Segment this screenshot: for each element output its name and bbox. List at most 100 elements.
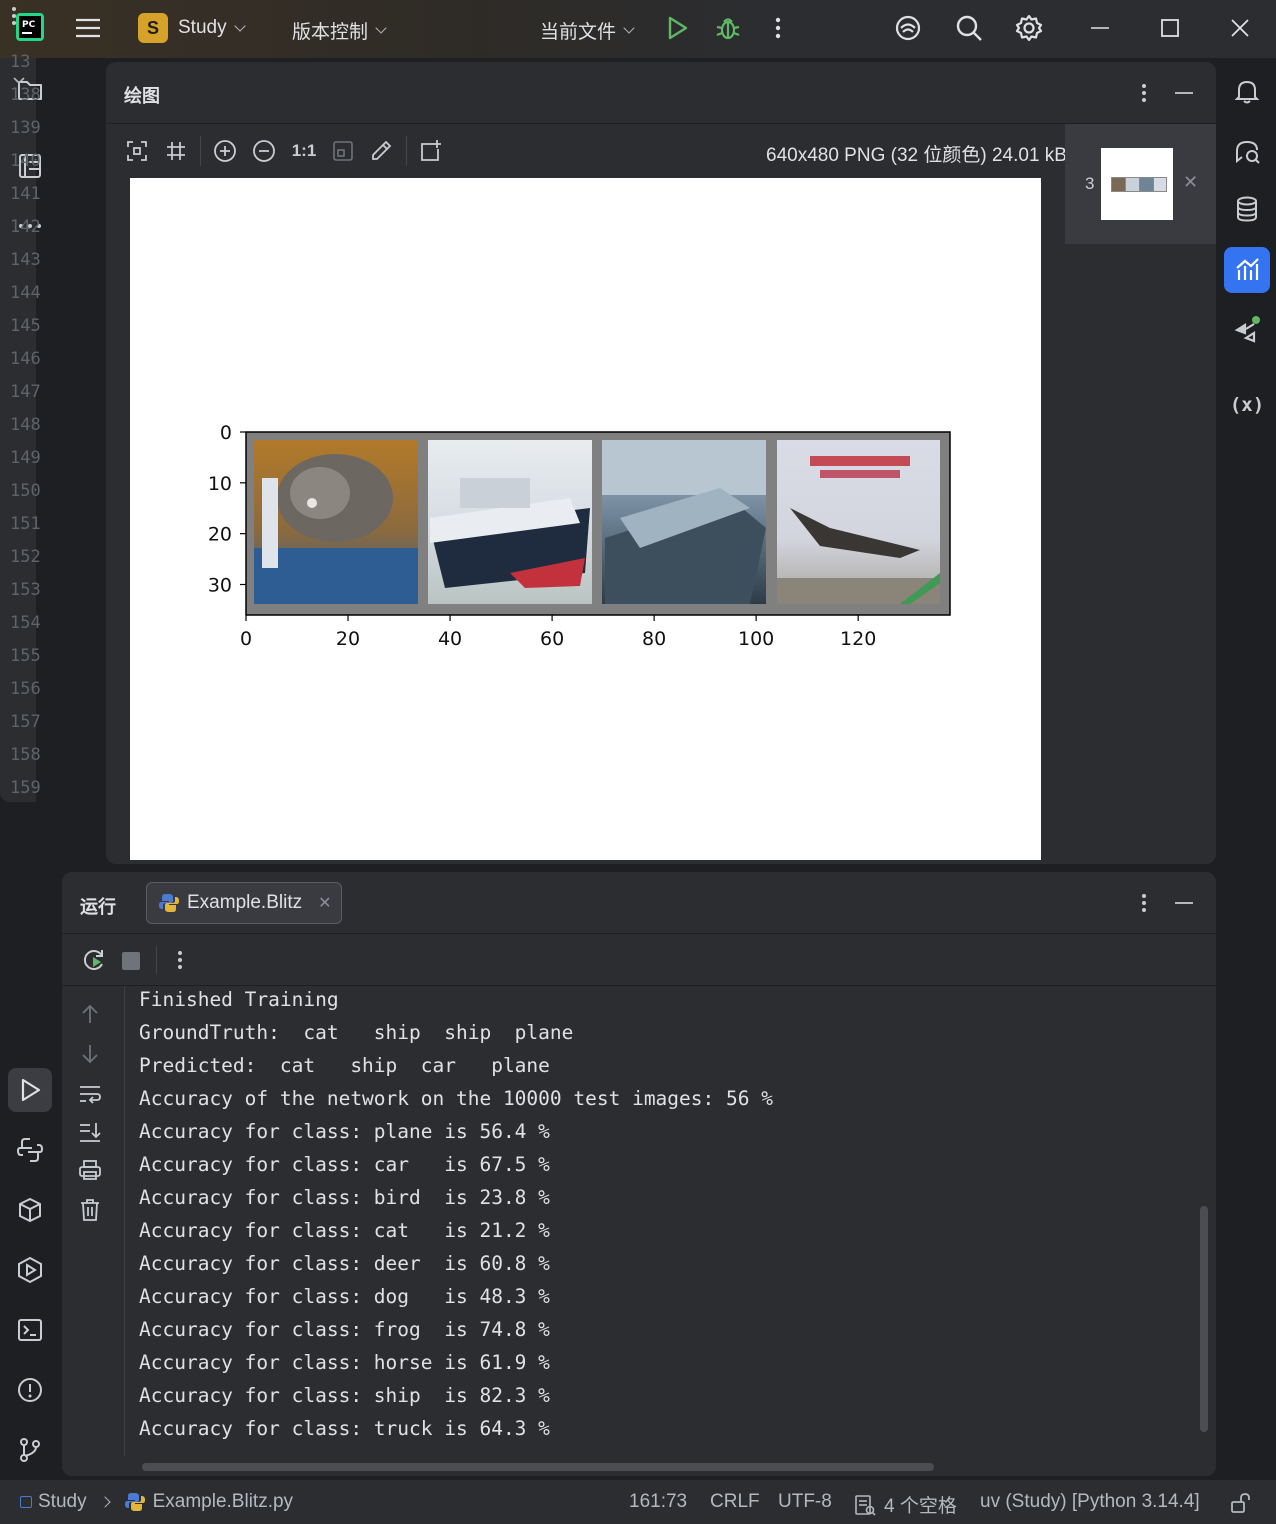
scroll-down-icon[interactable] bbox=[76, 1040, 104, 1068]
minimize-window-icon[interactable] bbox=[1088, 14, 1112, 42]
x-tick-label: 60 bbox=[540, 628, 564, 650]
line-number: 141 bbox=[10, 184, 41, 204]
y-tick-label: 30 bbox=[208, 575, 232, 597]
ai-chat-icon[interactable] bbox=[1224, 128, 1270, 174]
python-file-icon bbox=[159, 894, 179, 912]
search-icon[interactable] bbox=[955, 14, 983, 42]
plot-canvas: 0 20 40 60 80 100 120 0 10 20 30 bbox=[130, 178, 1041, 860]
debug-button[interactable] bbox=[714, 14, 742, 42]
close-thumbnail-icon[interactable]: ✕ bbox=[1183, 172, 1198, 193]
run-tool-icon[interactable] bbox=[8, 1068, 52, 1112]
settings-gear-icon[interactable] bbox=[1015, 14, 1043, 42]
options-icon[interactable] bbox=[1136, 890, 1152, 921]
image-grid bbox=[245, 431, 951, 616]
actual-size-button[interactable]: 1:1 bbox=[290, 138, 318, 164]
svg-text:PC: PC bbox=[22, 20, 36, 30]
run-config-selector[interactable]: 当前文件 bbox=[540, 17, 635, 44]
horizontal-scrollbar[interactable] bbox=[142, 1463, 934, 1471]
line-separator[interactable]: CRLF bbox=[710, 1491, 760, 1513]
run-toolbar bbox=[62, 934, 1216, 986]
line-number: 143 bbox=[10, 250, 41, 270]
line-number: 158 bbox=[10, 745, 41, 765]
line-number: 146 bbox=[10, 349, 41, 369]
python-packages-icon[interactable] bbox=[10, 1190, 50, 1230]
more-icon[interactable] bbox=[6, 4, 22, 33]
line-number: 139 bbox=[10, 118, 41, 138]
options-icon[interactable] bbox=[1136, 80, 1152, 111]
plots-header: 绘图 bbox=[106, 62, 1216, 124]
hide-panel-icon[interactable] bbox=[1172, 890, 1196, 921]
open-in-editor-icon[interactable] bbox=[418, 138, 444, 164]
close-tab-icon[interactable]: ✕ bbox=[318, 893, 331, 913]
more-actions-icon[interactable] bbox=[172, 947, 188, 978]
chevron-down-icon bbox=[623, 22, 635, 34]
services-icon[interactable] bbox=[10, 1250, 50, 1290]
project-selector[interactable]: S Study bbox=[138, 13, 246, 43]
console-line: Finished Training bbox=[139, 988, 339, 1011]
line-number: 138 bbox=[10, 85, 41, 105]
chevron-down-icon bbox=[375, 22, 387, 34]
run-tab-label: Example.Blitz bbox=[187, 892, 303, 913]
breadcrumb-file[interactable]: Example.Blitz.py bbox=[153, 1491, 293, 1513]
terminal-icon[interactable] bbox=[10, 1310, 50, 1350]
run-config-label: 当前文件 bbox=[540, 22, 617, 43]
lock-icon[interactable] bbox=[1230, 1492, 1252, 1520]
soft-wrap-icon[interactable] bbox=[76, 1080, 104, 1108]
grid-icon[interactable] bbox=[163, 138, 189, 164]
variables-icon[interactable]: (x) bbox=[1224, 382, 1270, 428]
python-interpreter[interactable]: uv (Study) [Python 3.14.4] bbox=[980, 1491, 1200, 1513]
vcs-menu[interactable]: 版本控制 bbox=[292, 17, 387, 44]
caret-position[interactable]: 161:73 bbox=[629, 1491, 687, 1513]
project-name: Study bbox=[178, 17, 227, 38]
x-tick-label: 40 bbox=[438, 628, 462, 650]
vertical-scrollbar[interactable] bbox=[1200, 1206, 1208, 1432]
python-file-icon bbox=[124, 1493, 145, 1511]
notifications-bell-icon[interactable] bbox=[1224, 68, 1270, 114]
print-icon[interactable] bbox=[76, 1156, 104, 1184]
problems-icon[interactable] bbox=[10, 1370, 50, 1410]
python-console-icon[interactable] bbox=[10, 1130, 50, 1170]
console-output[interactable]: Finished Training GroundTruth: cat ship s… bbox=[124, 986, 1204, 1456]
sciview-plots-icon[interactable] bbox=[1224, 247, 1270, 293]
more-actions-icon[interactable] bbox=[770, 14, 786, 42]
main-menu-icon[interactable] bbox=[74, 14, 102, 42]
hide-panel-icon[interactable] bbox=[1172, 80, 1196, 111]
breadcrumb-project[interactable]: Study bbox=[38, 1491, 87, 1513]
x-tick-label: 20 bbox=[336, 628, 360, 650]
trash-icon[interactable] bbox=[76, 1196, 104, 1224]
fit-zoom-icon[interactable] bbox=[330, 138, 356, 164]
rerun-icon[interactable] bbox=[80, 946, 108, 979]
maximize-window-icon[interactable] bbox=[1158, 14, 1182, 42]
project-badge: S bbox=[138, 13, 168, 43]
line-number: 150 bbox=[10, 481, 41, 501]
run-button[interactable] bbox=[664, 15, 690, 41]
color-picker-icon[interactable] bbox=[368, 138, 394, 164]
run-tab-example-blitz[interactable]: Example.Blitz ✕ bbox=[146, 882, 342, 924]
x-tick-label: 0 bbox=[240, 628, 252, 650]
line-number: 154 bbox=[10, 613, 41, 633]
chevron-down-icon bbox=[233, 19, 246, 32]
plot-thumbnail[interactable] bbox=[1101, 148, 1173, 220]
run-title: 运行 bbox=[80, 897, 116, 917]
console-line: Accuracy for class: cat is 21.2 % bbox=[139, 1219, 550, 1242]
indent-icon bbox=[855, 1494, 876, 1516]
line-number: 153 bbox=[10, 580, 41, 600]
zoom-out-icon[interactable] bbox=[251, 138, 277, 164]
indent-settings[interactable]: 4 个空格 bbox=[854, 1491, 957, 1518]
image-ship-1 bbox=[428, 440, 592, 604]
line-number: 13 bbox=[10, 52, 31, 72]
close-window-icon[interactable] bbox=[1228, 14, 1252, 42]
ai-assistant-icon[interactable] bbox=[894, 14, 922, 42]
run-header: 运行 Example.Blitz ✕ bbox=[62, 872, 1216, 934]
jupyter-variables-icon[interactable] bbox=[1224, 306, 1270, 352]
fit-to-window-icon[interactable] bbox=[124, 138, 150, 164]
scroll-to-end-icon[interactable] bbox=[76, 1118, 104, 1146]
file-encoding[interactable]: UTF-8 bbox=[778, 1491, 832, 1513]
console-line: Accuracy for class: frog is 74.8 % bbox=[139, 1318, 550, 1341]
git-branch-icon[interactable] bbox=[10, 1430, 50, 1470]
zoom-in-icon[interactable] bbox=[212, 138, 238, 164]
scroll-up-icon[interactable] bbox=[76, 1000, 104, 1028]
database-icon[interactable] bbox=[1224, 186, 1270, 232]
console-line: Accuracy for class: plane is 56.4 % bbox=[139, 1120, 550, 1143]
stop-icon[interactable] bbox=[122, 952, 140, 970]
